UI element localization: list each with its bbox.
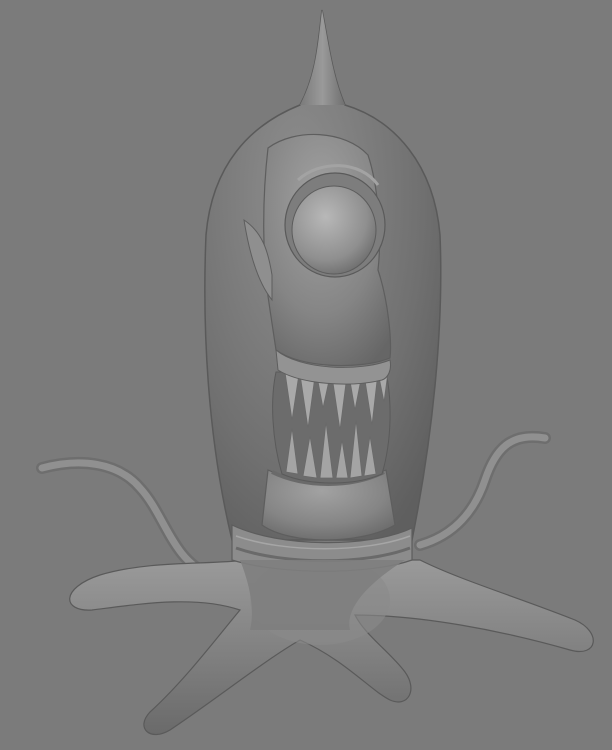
eye-icon xyxy=(291,185,377,275)
alien-model-render xyxy=(36,9,594,736)
dome-spike xyxy=(300,10,345,105)
render-viewport xyxy=(0,0,612,750)
tentacle-right xyxy=(414,430,551,551)
tentacle-left xyxy=(36,457,216,581)
